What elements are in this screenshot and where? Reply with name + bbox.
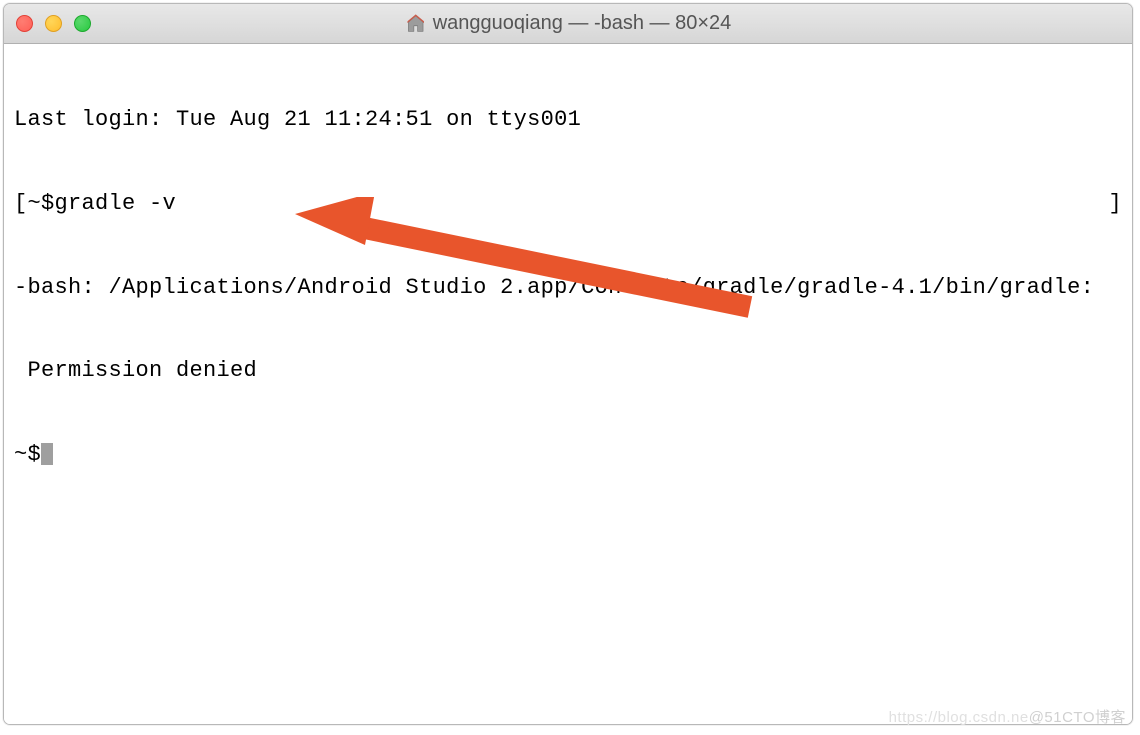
window-title-container: wangguoqiang — -bash — 80×24	[405, 12, 732, 35]
terminal-content[interactable]: Last login: Tue Aug 21 11:24:51 on ttys0…	[4, 44, 1132, 724]
home-icon	[405, 13, 427, 35]
terminal-window: wangguoqiang — -bash — 80×24 Last login:…	[3, 3, 1133, 725]
watermark-url: https://blog.csdn.ne	[889, 709, 1029, 726]
window-title: wangguoqiang — -bash — 80×24	[433, 12, 732, 35]
window-titlebar[interactable]: wangguoqiang — -bash — 80×24	[4, 4, 1132, 44]
maximize-button[interactable]	[74, 15, 91, 32]
prompt: ~$	[28, 191, 55, 216]
close-button[interactable]	[16, 15, 33, 32]
cursor	[41, 443, 53, 465]
minimize-button[interactable]	[45, 15, 62, 32]
watermark-brand: @51CTO博客	[1029, 709, 1126, 726]
terminal-line-output-2: Permission denied	[14, 357, 1122, 385]
terminal-line-command: [~$gradle -v]	[14, 190, 1122, 218]
bracket-left: [	[14, 191, 28, 216]
command-text: gradle -v	[55, 191, 177, 216]
bracket-right: ]	[1108, 190, 1122, 218]
terminal-line-prompt: ~$	[14, 441, 1122, 469]
prompt: ~$	[14, 442, 41, 467]
traffic-lights	[16, 15, 91, 32]
terminal-line-output-1: -bash: /Applications/Android Studio 2.ap…	[14, 274, 1122, 302]
watermark: https://blog.csdn.ne@51CTO博客	[889, 706, 1126, 727]
terminal-line-login: Last login: Tue Aug 21 11:24:51 on ttys0…	[14, 106, 1122, 134]
